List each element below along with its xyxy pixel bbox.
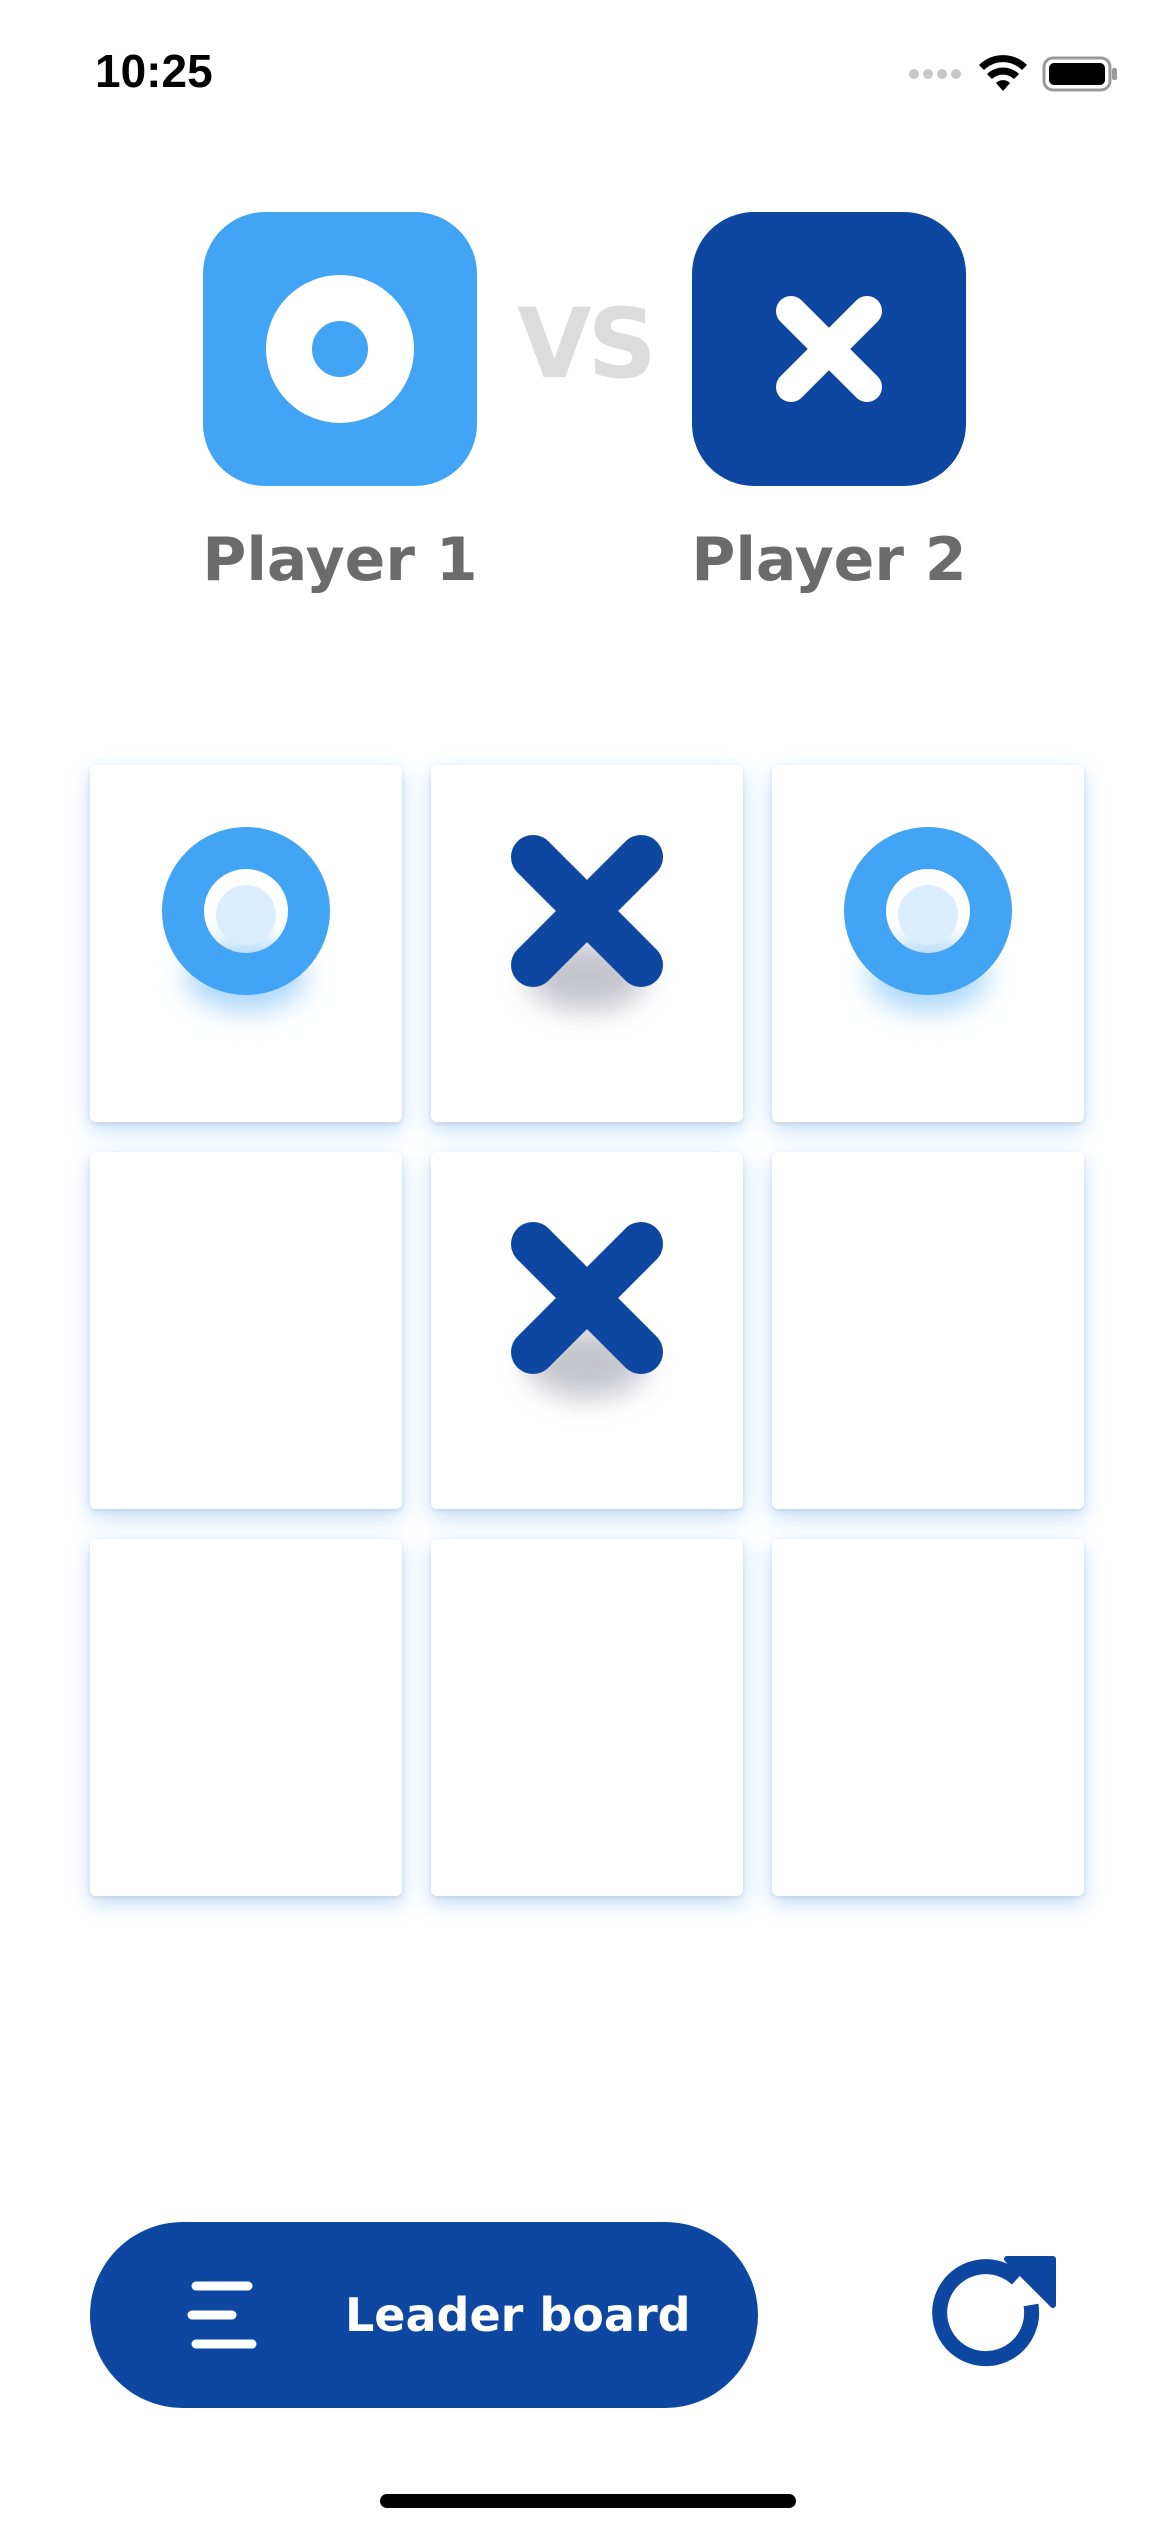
leader-board-button[interactable]: Leader board [90,2222,758,2408]
board-cell[interactable] [772,1539,1084,1896]
o-symbol-icon [266,275,414,423]
leader-board-label: Leader board [345,2288,691,2342]
board-cell[interactable] [431,1539,743,1896]
player-2-tile [692,212,966,486]
restart-icon [932,2256,1056,2367]
x-mark [497,821,677,1011]
status-icons [908,54,1118,94]
board-cell-x[interactable] [431,1152,743,1509]
x-symbol-icon [511,835,663,987]
home-indicator [380,2494,796,2508]
menu-lines-icon [187,2281,257,2349]
board-cell[interactable] [90,1152,402,1509]
cellular-signal-icon [909,69,961,79]
vs-label: VS [517,288,656,400]
player-1: Player 1 [190,212,490,590]
o-symbol-icon [162,827,330,995]
o-symbol-icon [844,827,1012,995]
player-1-label: Player 1 [202,525,478,595]
player-1-tile [203,212,477,486]
x-mark [497,1208,677,1398]
board-cell-x[interactable] [431,765,743,1122]
o-mark [838,821,1018,1011]
battery-icon [1042,56,1117,92]
wifi-icon [979,55,1027,91]
board-cell-o[interactable] [772,765,1084,1122]
status-bar: 10:25 [0,0,1170,150]
x-symbol-icon [511,1222,663,1374]
player-2-label: Player 2 [691,525,967,595]
game-board [90,765,1085,1901]
x-symbol-icon [776,296,882,402]
player-2: Player 2 [679,212,979,590]
o-mark [156,821,336,1011]
restart-button[interactable] [918,2240,1068,2390]
board-cell[interactable] [772,1152,1084,1509]
status-time: 10:25 [95,45,213,97]
board-cell-o[interactable] [90,765,402,1122]
board-cell[interactable] [90,1539,402,1896]
